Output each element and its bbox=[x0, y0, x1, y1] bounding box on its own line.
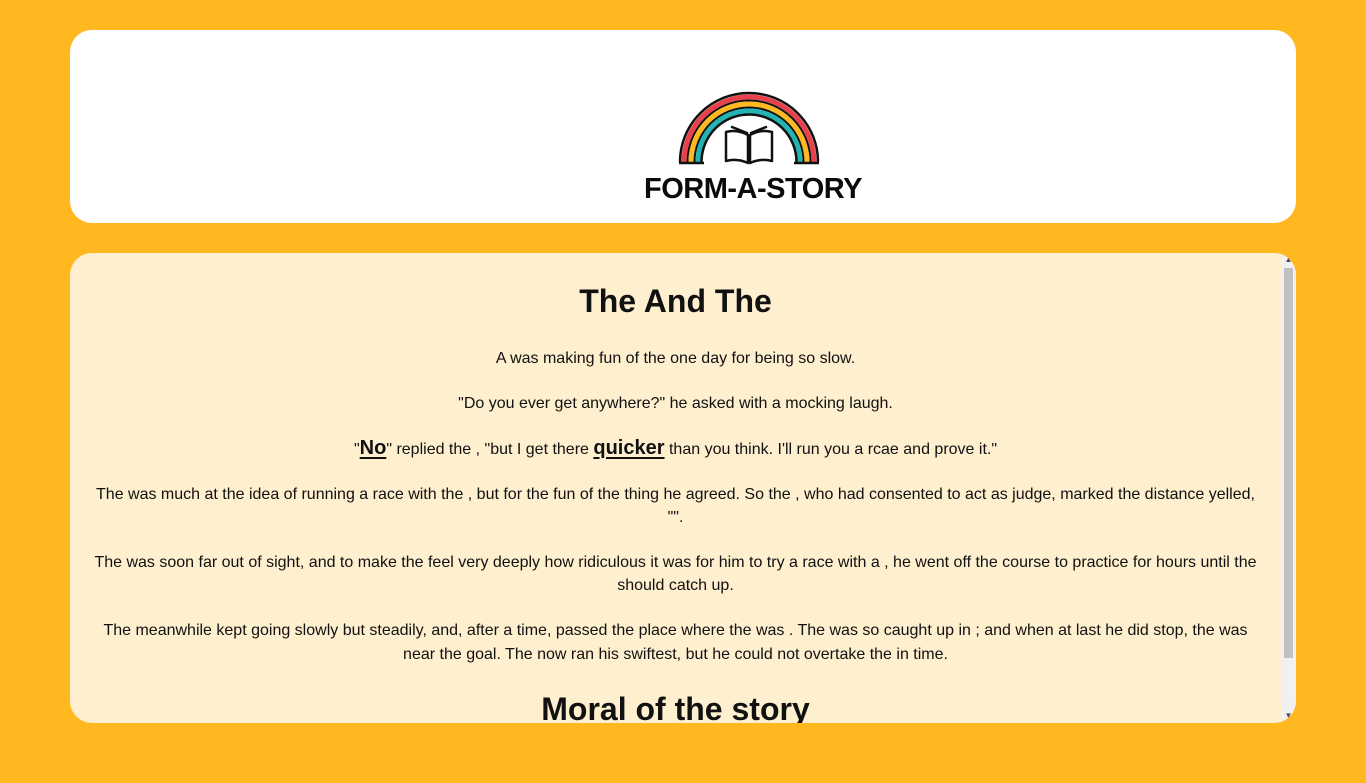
story-card: The And The A was making fun of the one … bbox=[70, 253, 1296, 723]
filled-word-no[interactable]: No bbox=[360, 437, 387, 459]
story-paragraph-1: A was making fun of the one day for bein… bbox=[495, 350, 856, 367]
vertical-scrollbar[interactable]: ▲ ▼ bbox=[1281, 253, 1296, 723]
filled-word-quicker[interactable]: quicker bbox=[593, 437, 664, 459]
story-paragraph-5: The was soon far out of sight, and to ma… bbox=[94, 554, 1257, 594]
scrollbar-thumb[interactable] bbox=[1284, 268, 1293, 658]
story-title: The And The bbox=[579, 283, 772, 319]
story-paragraph-2: "Do you ever get anywhere?" he asked wit… bbox=[458, 395, 893, 412]
story-paragraph-3: "No" replied the , "but I get there quic… bbox=[94, 437, 1257, 461]
story-content[interactable]: The And The A was making fun of the one … bbox=[70, 253, 1281, 723]
logo-text: FORM-A-STORY bbox=[644, 173, 862, 205]
paragraph-3-end: than you think. I'll run you a rcae and … bbox=[664, 441, 998, 458]
paragraph-3-middle: " replied the , "but I get there bbox=[386, 441, 594, 458]
scroll-up-arrow-icon[interactable]: ▲ bbox=[1281, 253, 1296, 267]
moral-title: Moral of the story bbox=[541, 691, 810, 723]
scroll-down-arrow-icon[interactable]: ▼ bbox=[1281, 709, 1296, 723]
header-card: FORM-A-STORY bbox=[70, 30, 1296, 223]
logo[interactable]: FORM-A-STORY bbox=[642, 66, 864, 205]
story-paragraph-6: The meanwhile kept going slowly but stea… bbox=[103, 622, 1248, 663]
story-paragraph-4: The was much at the idea of running a ra… bbox=[96, 486, 1255, 526]
rainbow-book-icon bbox=[678, 91, 820, 165]
